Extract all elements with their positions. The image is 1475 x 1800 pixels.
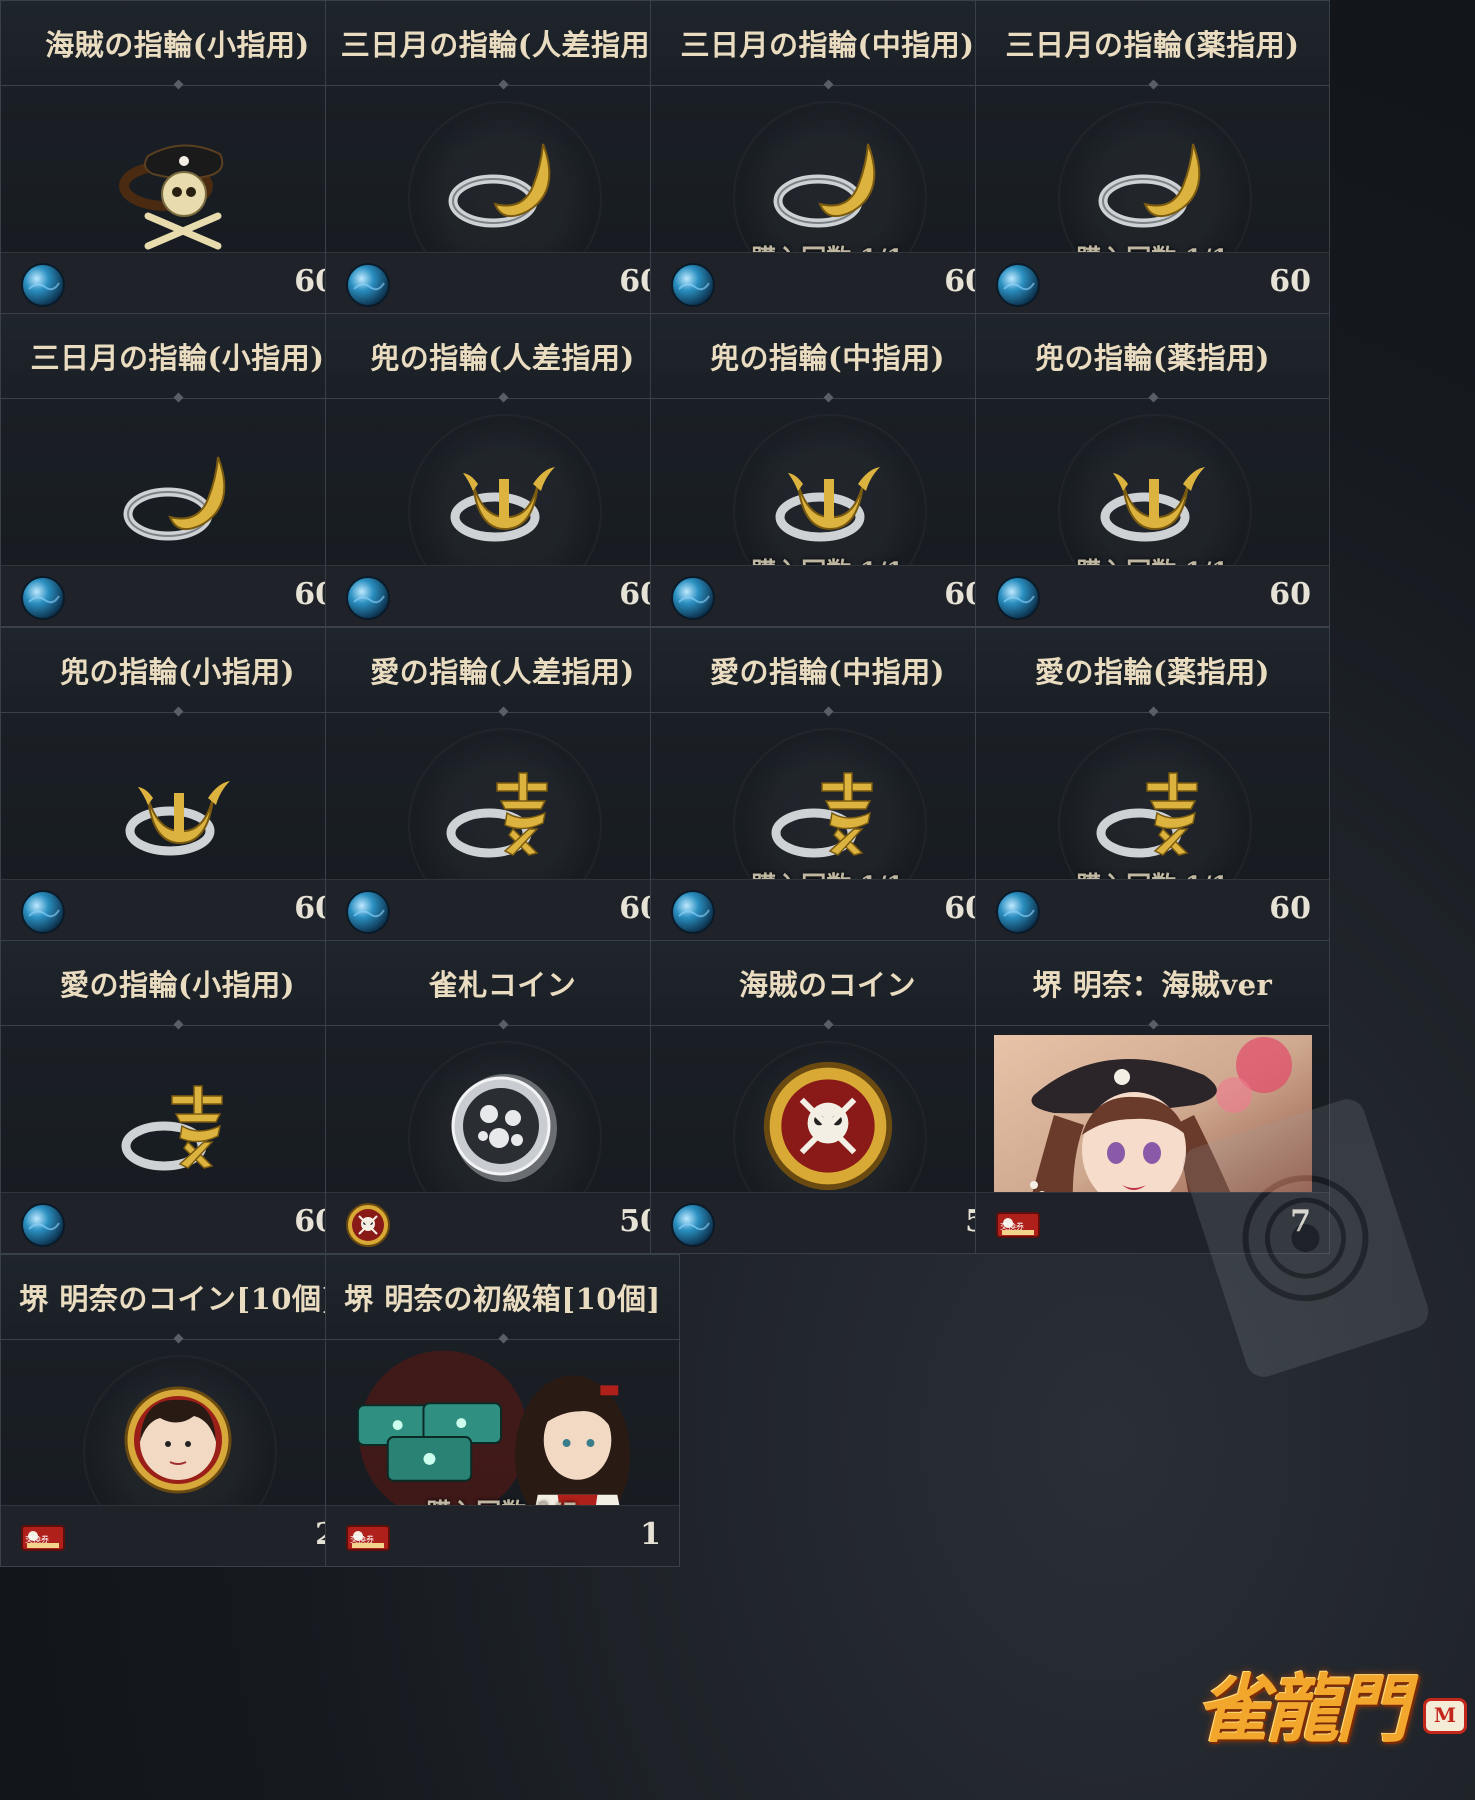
jade-orb-icon <box>669 261 717 309</box>
helmet-ring-icon <box>758 429 898 569</box>
price-bar: 60 <box>1 565 354 626</box>
shop-item-card[interactable]: 雀札コイン 50 <box>325 940 680 1254</box>
shop-item-card[interactable]: 三日月の指輪(中指用)購入回数 1/160 <box>650 0 1005 314</box>
pirate-coin-icon <box>758 1056 898 1196</box>
item-title: 堺 明奈の初級箱[10個] <box>326 1255 679 1340</box>
item-title: 海賊の指輪(小指用) <box>1 1 354 86</box>
jade-orb-icon <box>669 1201 717 1249</box>
price-bar: 60 <box>326 879 679 940</box>
helmet-ring-icon <box>1083 429 1223 569</box>
price-bar: 60 <box>976 879 1329 940</box>
item-title: 愛の指輪(小指用) <box>1 941 354 1026</box>
love-ring-icon <box>758 743 898 883</box>
jade-orb-icon <box>994 888 1042 936</box>
item-title: 三日月の指輪(中指用) <box>651 1 1004 86</box>
price-bar: 60 <box>651 879 1004 940</box>
item-title: 愛の指輪(薬指用) <box>976 628 1329 713</box>
shop-item-card[interactable]: 三日月の指輪(薬指用)購入回数 1/160 <box>975 0 1330 314</box>
price-bar: 60 <box>1 879 354 940</box>
jade-orb-icon <box>994 261 1042 309</box>
item-title: 愛の指輪(中指用) <box>651 628 1004 713</box>
jade-orb-icon <box>669 574 717 622</box>
item-price: 1 <box>640 1517 661 1552</box>
love-ring-icon <box>1083 743 1223 883</box>
jade-orb-icon <box>344 261 392 309</box>
item-price: 60 <box>1269 891 1311 926</box>
helmet-ring-icon <box>433 429 573 569</box>
exchange-ticket-label: 交換券 <box>25 1535 49 1544</box>
item-title: 堺 明奈のコイン[10個] <box>1 1255 354 1340</box>
price-bar: 60 <box>651 565 1004 626</box>
price-bar: 5 <box>651 1192 1004 1253</box>
crescent-ring-icon <box>758 116 898 256</box>
love-ring-icon <box>108 1056 248 1196</box>
shop-item-card[interactable]: 三日月の指輪(人差指用)購入回数 1/160 <box>325 0 680 314</box>
item-title: 三日月の指輪(人差指用) <box>326 1 679 86</box>
shop-item-card[interactable]: 堺 明奈の初級箱[10個]購入回数 1/5交換券1 <box>325 1254 680 1567</box>
logo-m-badge: M <box>1423 1698 1467 1734</box>
item-title: 海賊のコイン <box>651 941 1004 1026</box>
item-price: 60 <box>1269 264 1311 299</box>
price-bar: 交換券 1 <box>326 1505 679 1566</box>
shop-item-card[interactable]: 兜の指輪(小指用)購入回数 1/160 <box>0 627 355 941</box>
item-title: 三日月の指輪(薬指用) <box>976 1 1329 86</box>
shop-item-card[interactable]: 愛の指輪(人差指用)購入回数 1/160 <box>325 627 680 941</box>
price-bar: 60 <box>976 252 1329 313</box>
price-bar: 60 <box>651 252 1004 313</box>
crescent-ring-icon <box>433 116 573 256</box>
price-bar: 60 <box>1 252 354 313</box>
item-title: 兜の指輪(人差指用) <box>326 314 679 399</box>
crescent-ring-icon <box>108 429 248 569</box>
shop-item-card[interactable]: 堺 明奈のコイン[10個]購入回数 1/1交換券2 <box>0 1254 355 1567</box>
item-price: 60 <box>1269 577 1311 612</box>
price-bar: 50 <box>326 1192 679 1253</box>
item-title: 兜の指輪(中指用) <box>651 314 1004 399</box>
shop-item-card[interactable]: 兜の指輪(中指用)購入回数 1/160 <box>650 313 1005 627</box>
price-bar: 60 <box>326 252 679 313</box>
jade-orb-icon <box>994 574 1042 622</box>
price-bar: 60 <box>976 565 1329 626</box>
item-title: 兜の指輪(小指用) <box>1 628 354 713</box>
item-title: 三日月の指輪(小指用) <box>1 314 354 399</box>
shop-item-card[interactable]: 愛の指輪(薬指用)購入回数 1/160 <box>975 627 1330 941</box>
love-ring-icon <box>433 743 573 883</box>
pirate-ring-icon <box>108 116 248 256</box>
pirate-coin-icon <box>344 1201 392 1249</box>
shop-item-card[interactable]: 兜の指輪(人差指用)購入回数 1/160 <box>325 313 680 627</box>
jade-orb-icon <box>344 574 392 622</box>
jade-orb-icon <box>19 888 67 936</box>
jade-orb-icon <box>19 261 67 309</box>
shop-item-card[interactable]: 三日月の指輪(小指用)購入回数 1/160 <box>0 313 355 627</box>
crescent-ring-icon <box>1083 116 1223 256</box>
shop-item-card[interactable]: 海賊の指輪(小指用)購入回数 1/160 <box>0 0 355 314</box>
silver-coin-icon <box>433 1056 573 1196</box>
item-shop-grid: 海賊の指輪(小指用)購入回数 1/160三日月の指輪(人差指用)購入回数 1/1… <box>0 0 1475 1800</box>
app-logo: 雀龍門 M <box>1195 1650 1467 1790</box>
shop-item-card[interactable]: 海賊のコイン 5 <box>650 940 1005 1254</box>
exchange-ticket-label: 交換券 <box>1000 1222 1024 1231</box>
price-bar: 交換券2 <box>1 1505 354 1566</box>
background-mahjong-tile-icon <box>1182 1099 1429 1377</box>
logo-text: 雀龍門 <box>1195 1667 1409 1753</box>
exchange-ticket-label: 交換券 <box>350 1535 374 1544</box>
jade-orb-icon <box>344 888 392 936</box>
character-coin-icon <box>108 1370 248 1510</box>
shop-item-card[interactable]: 兜の指輪(薬指用)購入回数 1/160 <box>975 313 1330 627</box>
item-title: 雀札コイン <box>326 941 679 1026</box>
item-title: 兜の指輪(薬指用) <box>976 314 1329 399</box>
jade-orb-icon <box>19 574 67 622</box>
item-title: 愛の指輪(人差指用) <box>326 628 679 713</box>
shop-item-card[interactable]: 愛の指輪(中指用)購入回数 1/160 <box>650 627 1005 941</box>
jade-orb-icon <box>669 888 717 936</box>
shop-item-card[interactable]: 愛の指輪(小指用)購入回数 1/160 <box>0 940 355 1254</box>
helmet-ring-icon <box>108 743 248 883</box>
price-bar: 60 <box>1 1192 354 1253</box>
price-bar: 60 <box>326 565 679 626</box>
jade-orb-icon <box>19 1201 67 1249</box>
item-title: 堺 明奈：海賊ver <box>976 941 1329 1026</box>
